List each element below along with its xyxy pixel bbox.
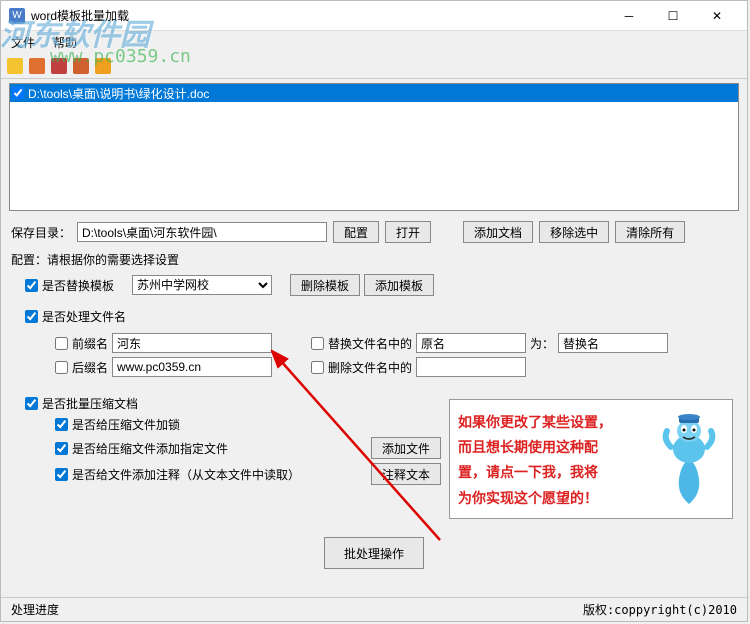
save-row: 保存目录： 配置 打开 添加文档 移除选中 清除所有	[1, 215, 747, 249]
list-item-check[interactable]	[12, 87, 24, 99]
titlebar-text: word模板批量加载	[31, 7, 607, 24]
app-window: W word模板批量加载 ─ ☐ ✕ 文件 帮助 D:\tools\桌面\说明书…	[0, 0, 748, 622]
app-icon: W	[9, 8, 25, 24]
menubar: 文件 帮助	[1, 31, 747, 53]
filename-check[interactable]	[25, 310, 38, 323]
toolbar	[1, 53, 747, 79]
add-doc-button[interactable]: 添加文档	[463, 221, 533, 243]
prefix-input[interactable]	[112, 333, 272, 353]
tip-text: 如果你更改了某些设置， 而且想长期使用这种配 置，请点一下我，我将 为你实现这个…	[458, 410, 654, 508]
save-dir-input[interactable]	[77, 222, 327, 242]
lock-label: 是否给压缩文件加锁	[72, 416, 180, 433]
addfile-check[interactable]	[55, 442, 68, 455]
template-check[interactable]	[25, 279, 38, 292]
delete-in-name-label: 删除文件名中的	[328, 359, 412, 376]
delete-in-name-input[interactable]	[416, 357, 526, 377]
filename-options: 前缀名 后缀名 替换文件名中的 为：	[11, 329, 737, 381]
add-file-button[interactable]: 添加文件	[371, 437, 441, 459]
suffix-check[interactable]	[55, 361, 68, 374]
genie-icon	[654, 410, 724, 508]
footer: 处理进度 版权:coppyright(c)2010	[1, 597, 747, 621]
replace-label: 替换文件名中的	[328, 335, 412, 352]
menu-help[interactable]: 帮助	[47, 33, 83, 52]
star-icon[interactable]	[95, 58, 111, 74]
template-row: 是否替换模板 苏州中学网校 删除模板 添加模板	[25, 274, 737, 296]
config-hint: 配置：请根据你的需要选择设置	[11, 251, 737, 268]
home-icon[interactable]	[51, 58, 67, 74]
replace-to-label: 为：	[530, 335, 554, 352]
delete-template-button[interactable]: 删除模板	[290, 274, 360, 296]
tip-box[interactable]: 如果你更改了某些设置， 而且想长期使用这种配 置，请点一下我，我将 为你实现这个…	[449, 399, 733, 519]
delete-in-name-check[interactable]	[311, 361, 324, 374]
addfile-label: 是否给压缩文件添加指定文件	[72, 440, 228, 457]
comment-check[interactable]	[55, 468, 68, 481]
prefix-label: 前缀名	[72, 335, 108, 352]
list-item[interactable]: D:\tools\桌面\说明书\绿化设计.doc	[10, 84, 738, 102]
maximize-button[interactable]: ☐	[651, 2, 695, 30]
template-label: 是否替换模板	[42, 277, 114, 294]
lock-check[interactable]	[55, 418, 68, 431]
exit-icon[interactable]	[73, 58, 89, 74]
close-button[interactable]: ✕	[695, 2, 739, 30]
replace-to-input[interactable]	[558, 333, 668, 353]
replace-check[interactable]	[311, 337, 324, 350]
comment-text-button[interactable]: 注释文本	[371, 463, 441, 485]
remove-selected-button[interactable]: 移除选中	[539, 221, 609, 243]
filename-row: 是否处理文件名	[25, 308, 737, 325]
config-button[interactable]: 配置	[333, 221, 379, 243]
copyright: 版权:coppyright(c)2010	[583, 601, 737, 618]
open-button[interactable]: 打开	[385, 221, 431, 243]
save-dir-label: 保存目录：	[11, 224, 71, 241]
suffix-label: 后缀名	[72, 359, 108, 376]
config-area: 配置：请根据你的需要选择设置 是否替换模板 苏州中学网校 删除模板 添加模板 是…	[1, 249, 747, 585]
add-template-button[interactable]: 添加模板	[364, 274, 434, 296]
menu-file[interactable]: 文件	[5, 33, 41, 52]
template-select[interactable]: 苏州中学网校	[132, 275, 272, 295]
progress-label: 处理进度	[11, 601, 59, 618]
clear-all-button[interactable]: 清除所有	[615, 221, 685, 243]
list-item-path: D:\tools\桌面\说明书\绿化设计.doc	[28, 85, 209, 102]
new-icon[interactable]	[7, 58, 23, 74]
prefix-check[interactable]	[55, 337, 68, 350]
filename-label: 是否处理文件名	[42, 308, 126, 325]
open-icon[interactable]	[29, 58, 45, 74]
replace-from-input[interactable]	[416, 333, 526, 353]
suffix-input[interactable]	[112, 357, 272, 377]
titlebar: W word模板批量加载 ─ ☐ ✕	[1, 1, 747, 31]
batch-process-button[interactable]: 批处理操作	[324, 537, 424, 569]
minimize-button[interactable]: ─	[607, 2, 651, 30]
comment-label: 是否给文件添加注释（从文本文件中读取）	[72, 466, 300, 483]
compress-check[interactable]	[25, 397, 38, 410]
compress-label: 是否批量压缩文档	[42, 395, 138, 412]
file-listbox[interactable]: D:\tools\桌面\说明书\绿化设计.doc	[9, 83, 739, 211]
